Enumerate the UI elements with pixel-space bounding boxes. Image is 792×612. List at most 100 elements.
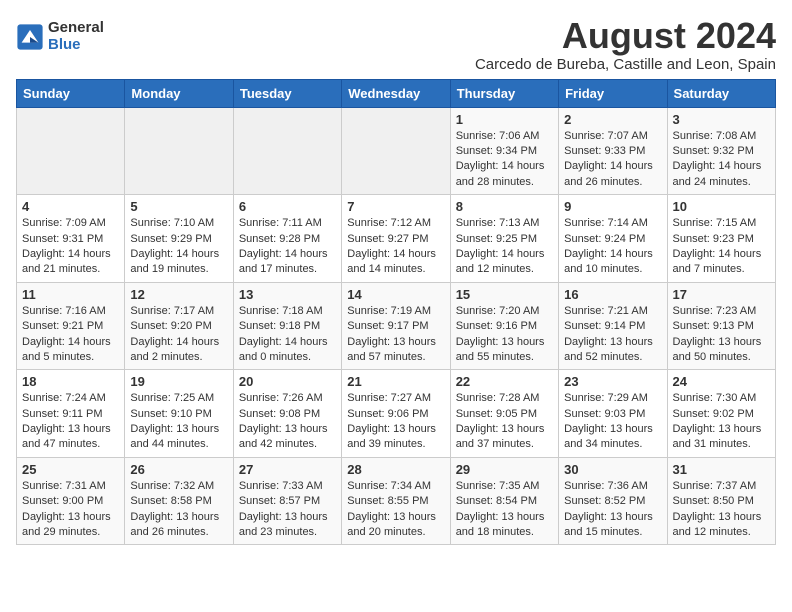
day-number: 3 — [673, 112, 770, 127]
table-row: 26 Sunrise: 7:32 AMSunset: 8:58 PMDayligh… — [125, 457, 233, 545]
day-info: Sunrise: 7:06 AMSunset: 9:34 PMDaylight:… — [456, 129, 553, 191]
day-number: 12 — [130, 287, 227, 302]
month-title: August 2024 — [475, 16, 776, 56]
table-row: 25 Sunrise: 7:31 AMSunset: 9:00 PMDayligh… — [17, 457, 125, 545]
table-row: 31 Sunrise: 7:37 AMSunset: 8:50 PMDayligh… — [667, 457, 775, 545]
day-number: 1 — [456, 112, 553, 127]
table-row: 6 Sunrise: 7:11 AMSunset: 9:28 PMDaylight… — [233, 195, 341, 283]
header: General Blue August 2024 Carcedo de Bure… — [16, 16, 776, 73]
table-row: 12 Sunrise: 7:17 AMSunset: 9:20 PMDayligh… — [125, 282, 233, 370]
day-number: 16 — [564, 287, 661, 302]
day-info: Sunrise: 7:17 AMSunset: 9:20 PMDaylight:… — [130, 304, 227, 366]
table-row: 23 Sunrise: 7:29 AMSunset: 9:03 PMDayligh… — [559, 370, 667, 458]
day-info: Sunrise: 7:32 AMSunset: 8:58 PMDaylight:… — [130, 479, 227, 541]
day-info: Sunrise: 7:31 AMSunset: 9:00 PMDaylight:… — [22, 479, 119, 541]
day-info: Sunrise: 7:34 AMSunset: 8:55 PMDaylight:… — [347, 479, 444, 541]
day-number: 20 — [239, 374, 336, 389]
day-number: 23 — [564, 374, 661, 389]
header-tuesday: Tuesday — [233, 79, 341, 107]
day-number: 28 — [347, 462, 444, 477]
calendar-week-row: 18 Sunrise: 7:24 AMSunset: 9:11 PMDayligh… — [17, 370, 776, 458]
day-info: Sunrise: 7:11 AMSunset: 9:28 PMDaylight:… — [239, 216, 336, 278]
title-area: August 2024 Carcedo de Bureba, Castille … — [475, 16, 776, 73]
table-row — [17, 107, 125, 195]
day-number: 8 — [456, 199, 553, 214]
table-row: 9Sunrise: 7:14 AMSunset: 9:24 PMDaylight… — [559, 195, 667, 283]
day-info: Sunrise: 7:33 AMSunset: 8:57 PMDaylight:… — [239, 479, 336, 541]
day-info: Sunrise: 7:37 AMSunset: 8:50 PMDaylight:… — [673, 479, 770, 541]
day-number: 13 — [239, 287, 336, 302]
table-row: 4 Sunrise: 7:09 AMSunset: 9:31 PMDaylight… — [17, 195, 125, 283]
day-info: Sunrise: 7:20 AMSunset: 9:16 PMDaylight:… — [456, 304, 553, 366]
table-row: 22 Sunrise: 7:28 AMSunset: 9:05 PMDayligh… — [450, 370, 558, 458]
table-row: 2 Sunrise: 7:07 AMSunset: 9:33 PMDaylight… — [559, 107, 667, 195]
day-number: 21 — [347, 374, 444, 389]
day-info: Sunrise: 7:09 AMSunset: 9:31 PMDaylight:… — [22, 216, 119, 278]
day-number: 30 — [564, 462, 661, 477]
day-info: Sunrise: 7:15 AMSunset: 9:23 PMDaylight:… — [673, 216, 770, 278]
day-number: 17 — [673, 287, 770, 302]
day-number: 26 — [130, 462, 227, 477]
table-row: 11Sunrise: 7:16 AMSunset: 9:21 PMDayligh… — [17, 282, 125, 370]
day-info: Sunrise: 7:19 AMSunset: 9:17 PMDaylight:… — [347, 304, 444, 366]
day-info: Sunrise: 7:25 AMSunset: 9:10 PMDaylight:… — [130, 391, 227, 453]
day-info: Sunrise: 7:27 AMSunset: 9:06 PMDaylight:… — [347, 391, 444, 453]
day-number: 4 — [22, 199, 119, 214]
table-row: 19 Sunrise: 7:25 AMSunset: 9:10 PMDayligh… — [125, 370, 233, 458]
day-number: 24 — [673, 374, 770, 389]
day-info: Sunrise: 7:29 AMSunset: 9:03 PMDaylight:… — [564, 391, 661, 453]
table-row: 24 Sunrise: 7:30 AMSunset: 9:02 PMDayligh… — [667, 370, 775, 458]
table-row: 30 Sunrise: 7:36 AMSunset: 8:52 PMDayligh… — [559, 457, 667, 545]
table-row: 20 Sunrise: 7:26 AMSunset: 9:08 PMDayligh… — [233, 370, 341, 458]
table-row — [233, 107, 341, 195]
day-info: Sunrise: 7:13 AMSunset: 9:25 PMDaylight:… — [456, 216, 553, 278]
day-info: Sunrise: 7:08 AMSunset: 9:32 PMDaylight:… — [673, 129, 770, 191]
calendar-week-row: 25 Sunrise: 7:31 AMSunset: 9:00 PMDayligh… — [17, 457, 776, 545]
day-number: 25 — [22, 462, 119, 477]
day-info: Sunrise: 7:28 AMSunset: 9:05 PMDaylight:… — [456, 391, 553, 453]
day-number: 2 — [564, 112, 661, 127]
calendar-week-row: 11Sunrise: 7:16 AMSunset: 9:21 PMDayligh… — [17, 282, 776, 370]
calendar-week-row: 4 Sunrise: 7:09 AMSunset: 9:31 PMDaylight… — [17, 195, 776, 283]
table-row: 18 Sunrise: 7:24 AMSunset: 9:11 PMDayligh… — [17, 370, 125, 458]
day-info: Sunrise: 7:26 AMSunset: 9:08 PMDaylight:… — [239, 391, 336, 453]
table-row — [125, 107, 233, 195]
day-info: Sunrise: 7:21 AMSunset: 9:14 PMDaylight:… — [564, 304, 661, 366]
location-title: Carcedo de Bureba, Castille and Leon, Sp… — [475, 56, 776, 73]
table-row: 17Sunrise: 7:23 AMSunset: 9:13 PMDayligh… — [667, 282, 775, 370]
table-row — [342, 107, 450, 195]
calendar-week-row: 1 Sunrise: 7:06 AMSunset: 9:34 PMDaylight… — [17, 107, 776, 195]
day-info: Sunrise: 7:24 AMSunset: 9:11 PMDaylight:… — [22, 391, 119, 453]
table-row: 7Sunrise: 7:12 AMSunset: 9:27 PMDaylight… — [342, 195, 450, 283]
day-number: 29 — [456, 462, 553, 477]
day-info: Sunrise: 7:30 AMSunset: 9:02 PMDaylight:… — [673, 391, 770, 453]
logo-text: General Blue — [48, 20, 104, 53]
day-number: 22 — [456, 374, 553, 389]
day-info: Sunrise: 7:35 AMSunset: 8:54 PMDaylight:… — [456, 479, 553, 541]
day-number: 6 — [239, 199, 336, 214]
logo-blue-text: Blue — [48, 37, 104, 54]
day-info: Sunrise: 7:14 AMSunset: 9:24 PMDaylight:… — [564, 216, 661, 278]
day-info: Sunrise: 7:18 AMSunset: 9:18 PMDaylight:… — [239, 304, 336, 366]
table-row: 13 Sunrise: 7:18 AMSunset: 9:18 PMDayligh… — [233, 282, 341, 370]
calendar: Sunday Monday Tuesday Wednesday Thursday… — [16, 79, 776, 546]
header-monday: Monday — [125, 79, 233, 107]
logo: General Blue — [16, 20, 104, 53]
day-number: 31 — [673, 462, 770, 477]
table-row: 5Sunrise: 7:10 AMSunset: 9:29 PMDaylight… — [125, 195, 233, 283]
day-info: Sunrise: 7:12 AMSunset: 9:27 PMDaylight:… — [347, 216, 444, 278]
table-row: 16 Sunrise: 7:21 AMSunset: 9:14 PMDayligh… — [559, 282, 667, 370]
table-row: 3 Sunrise: 7:08 AMSunset: 9:32 PMDaylight… — [667, 107, 775, 195]
day-number: 27 — [239, 462, 336, 477]
day-number: 14 — [347, 287, 444, 302]
table-row: 28 Sunrise: 7:34 AMSunset: 8:55 PMDayligh… — [342, 457, 450, 545]
table-row: 1 Sunrise: 7:06 AMSunset: 9:34 PMDaylight… — [450, 107, 558, 195]
day-number: 5 — [130, 199, 227, 214]
day-info: Sunrise: 7:16 AMSunset: 9:21 PMDaylight:… — [22, 304, 119, 366]
table-row: 27 Sunrise: 7:33 AMSunset: 8:57 PMDayligh… — [233, 457, 341, 545]
day-info: Sunrise: 7:07 AMSunset: 9:33 PMDaylight:… — [564, 129, 661, 191]
day-number: 18 — [22, 374, 119, 389]
table-row: 29 Sunrise: 7:35 AMSunset: 8:54 PMDayligh… — [450, 457, 558, 545]
day-info: Sunrise: 7:36 AMSunset: 8:52 PMDaylight:… — [564, 479, 661, 541]
day-number: 19 — [130, 374, 227, 389]
